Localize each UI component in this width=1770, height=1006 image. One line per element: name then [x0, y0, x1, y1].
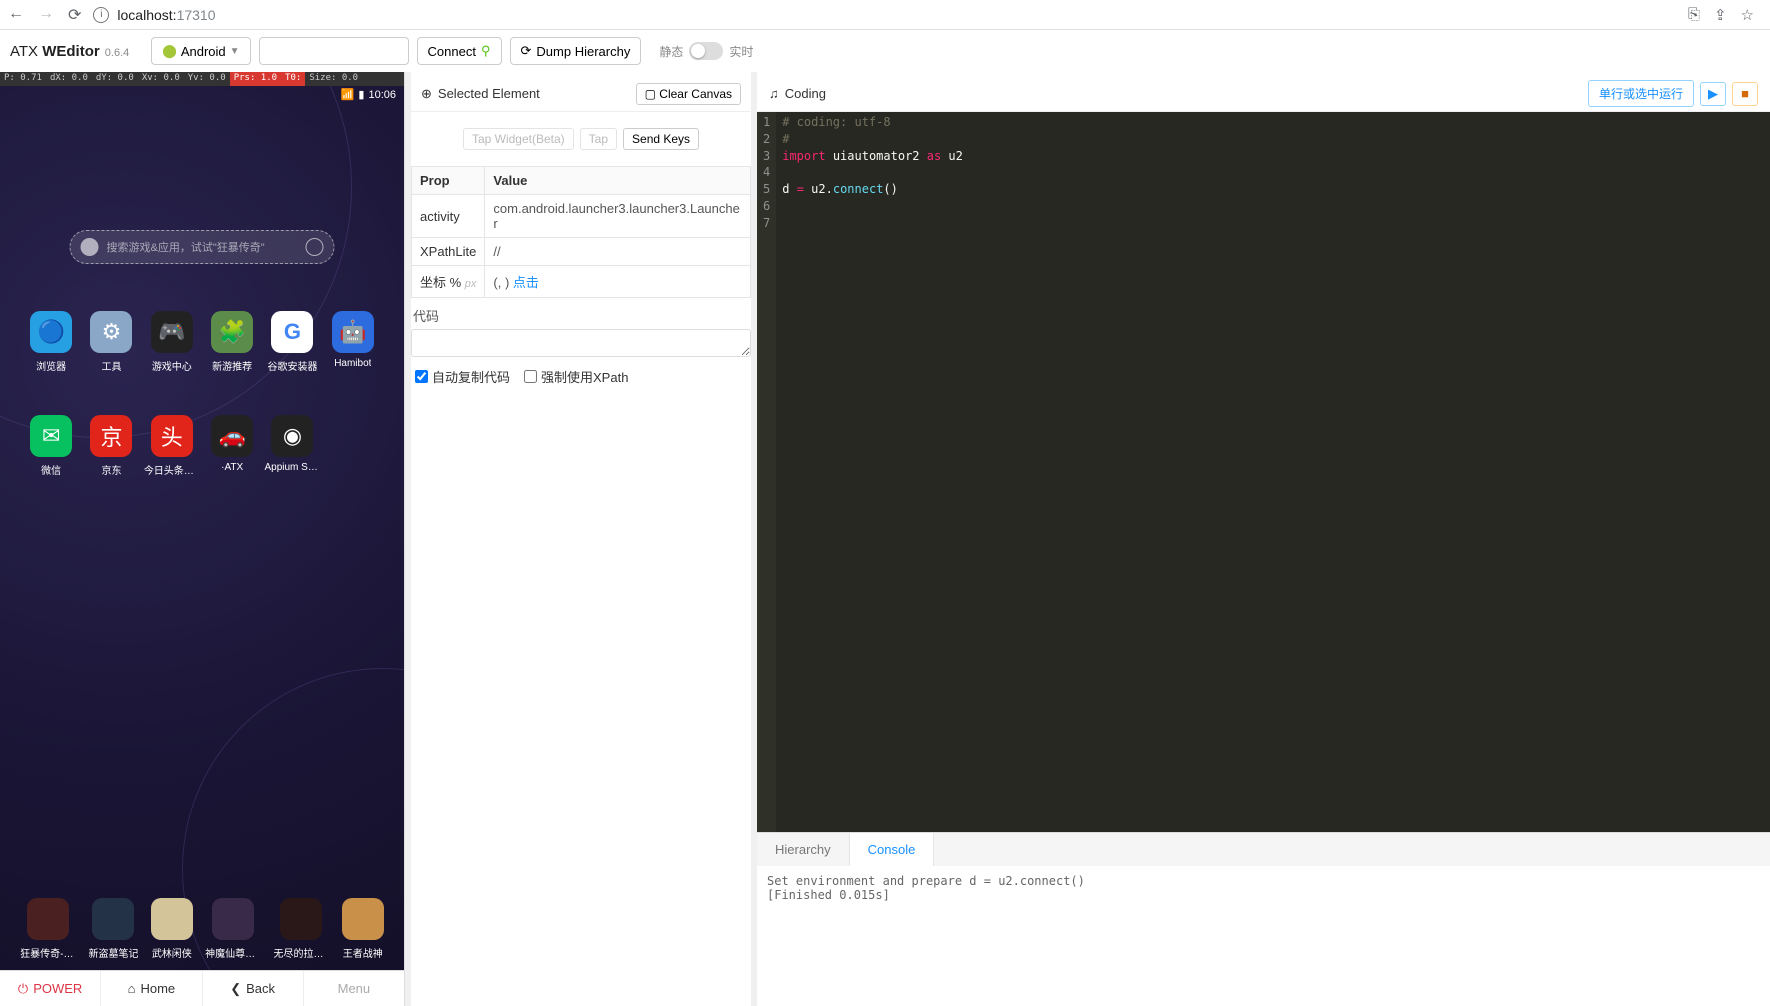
run-selection-button[interactable]: 单行或选中运行	[1588, 80, 1694, 107]
clear-icon: ▢	[645, 87, 656, 101]
back-icon: ❮	[230, 981, 241, 997]
app-icon[interactable]: 神魔仙尊（全...	[205, 898, 261, 960]
phone-status-bar: 📶▮10:06	[341, 88, 396, 101]
app-icon[interactable]: 狂暴传奇-铁...	[20, 898, 76, 960]
tab-hierarchy[interactable]: Hierarchy	[757, 833, 850, 866]
element-panel: ⊕ Selected Element ▢ Clear Canvas Tap Wid…	[411, 72, 751, 1006]
app-icon[interactable]: 🚗·ATX	[203, 415, 261, 477]
menu-button[interactable]: Menu	[304, 971, 404, 1006]
th-prop: Prop	[412, 167, 485, 195]
translate-icon[interactable]: ⎘	[1688, 6, 1700, 24]
run-all-button[interactable]: ▶	[1700, 82, 1726, 106]
app-icon[interactable]: 京京东	[82, 415, 140, 477]
force-xpath-checkbox[interactable]: 强制使用XPath	[524, 367, 628, 386]
property-table: PropValue activitycom.android.launcher3.…	[411, 166, 751, 298]
phone-search-bar[interactable]: 搜索游戏&应用，试试"狂暴传奇"	[70, 230, 335, 264]
power-button[interactable]: ⏻POWER	[0, 971, 101, 1006]
music-icon: ♫	[769, 86, 779, 101]
app-icon[interactable]: 王者战神	[342, 898, 384, 960]
app-icon[interactable]: ⚙工具	[82, 311, 140, 373]
scan-icon	[306, 238, 324, 256]
app-icon[interactable]: 武林闲侠	[151, 898, 193, 960]
search-placeholder: 搜索游戏&应用，试试"狂暴传奇"	[107, 239, 298, 255]
home-icon: ⌂	[128, 981, 136, 996]
tab-console[interactable]: Console	[850, 833, 935, 866]
android-icon: ⬤	[162, 43, 177, 59]
table-row: 坐标 % px(, ) 点击	[412, 266, 751, 298]
code-label: 代码	[411, 298, 751, 329]
table-row: activitycom.android.launcher3.launcher3.…	[412, 195, 751, 238]
browser-chrome: ← → ⟳ i localhost:17310 ⎘ ⇪ ☆	[0, 0, 1770, 30]
app-icon[interactable]: 新盗墓笔记	[88, 898, 138, 960]
console-output: Set environment and prepare d = u2.conne…	[757, 866, 1770, 1006]
table-row: XPathLite//	[412, 238, 751, 266]
app-icon[interactable]: G谷歌安装器	[263, 311, 321, 373]
nav-back-icon[interactable]: ←	[8, 5, 24, 25]
app-icon[interactable]: 🔵浏览器	[22, 311, 80, 373]
mode-live-label: 实时	[729, 43, 753, 60]
th-value: Value	[485, 167, 751, 195]
nav-forward-icon[interactable]: →	[38, 5, 54, 25]
device-nav-buttons: ⏻POWER ⌂Home ❮Back Menu	[0, 970, 404, 1006]
share-icon[interactable]: ⇪	[1714, 6, 1727, 24]
usb-icon: ⚲	[481, 43, 491, 59]
code-snippet-area[interactable]	[411, 329, 751, 357]
site-info-icon[interactable]: i	[93, 7, 109, 23]
coding-panel: ♫ Coding 单行或选中运行 ▶ ■ 1234567 # coding: ut…	[757, 72, 1770, 1006]
address-bar[interactable]: i localhost:17310	[93, 7, 1676, 23]
touch-stats-bar: P: 0.71dX: 0.0dY: 0.0Xv: 0.0Yv: 0.0Prs: …	[0, 72, 404, 86]
selected-element-title: Selected Element	[438, 86, 540, 101]
send-keys-button[interactable]: Send Keys	[623, 128, 699, 150]
power-icon: ⏻	[18, 981, 28, 997]
target-icon: ⊕	[421, 86, 432, 102]
auto-copy-checkbox[interactable]: 自动复制代码	[415, 367, 510, 386]
home-button[interactable]: ⌂Home	[101, 971, 202, 1006]
brand: ATX WEditor 0.6.4	[10, 43, 129, 60]
app-icon[interactable]: ◉Appium Settings	[263, 415, 321, 477]
chevron-down-icon: ▼	[230, 46, 240, 57]
refresh-icon: ⟳	[521, 43, 532, 59]
connect-button[interactable]: Connect ⚲	[417, 37, 502, 65]
device-mirror-panel: P: 0.71dX: 0.0dY: 0.0Xv: 0.0Yv: 0.0Prs: …	[0, 72, 405, 1006]
app-icon[interactable]: ✉微信	[22, 415, 80, 477]
back-button[interactable]: ❮Back	[203, 971, 304, 1006]
app-icon[interactable]: 头今日头条极速...	[143, 415, 201, 477]
bookmark-icon[interactable]: ☆	[1741, 6, 1754, 24]
app-icon[interactable]: 🤖Hamibot	[324, 311, 382, 373]
device-address-input[interactable]	[259, 37, 409, 65]
search-icon	[81, 238, 99, 256]
coding-title: Coding	[785, 86, 826, 101]
live-toggle[interactable]	[689, 42, 723, 60]
clear-canvas-button[interactable]: ▢ Clear Canvas	[636, 83, 741, 105]
tap-widget-button: Tap Widget(Beta)	[463, 128, 574, 150]
nav-reload-icon[interactable]: ⟳	[68, 5, 81, 25]
phone-screen[interactable]: 📶▮10:06 搜索游戏&应用，试试"狂暴传奇" 🔵浏览器⚙工具🎮游戏中心🧩新游…	[0, 86, 404, 970]
tap-button: Tap	[580, 128, 617, 150]
platform-select[interactable]: ⬤ Android ▼	[151, 37, 250, 65]
mode-static-label: 静态	[659, 43, 683, 60]
dump-hierarchy-button[interactable]: ⟳ Dump Hierarchy	[510, 37, 642, 65]
app-icon[interactable]: 无尽的拉格朗...	[273, 898, 329, 960]
app-icon[interactable]: 🎮游戏中心	[143, 311, 201, 373]
code-editor[interactable]: 1234567 # coding: utf-8 # import uiautom…	[757, 112, 1770, 832]
click-link[interactable]: 点击	[513, 275, 539, 290]
app-toolbar: ATX WEditor 0.6.4 ⬤ Android ▼ Connect ⚲ …	[0, 30, 1770, 72]
stop-button[interactable]: ■	[1732, 82, 1758, 106]
app-icon[interactable]: 🧩新游推荐	[203, 311, 261, 373]
